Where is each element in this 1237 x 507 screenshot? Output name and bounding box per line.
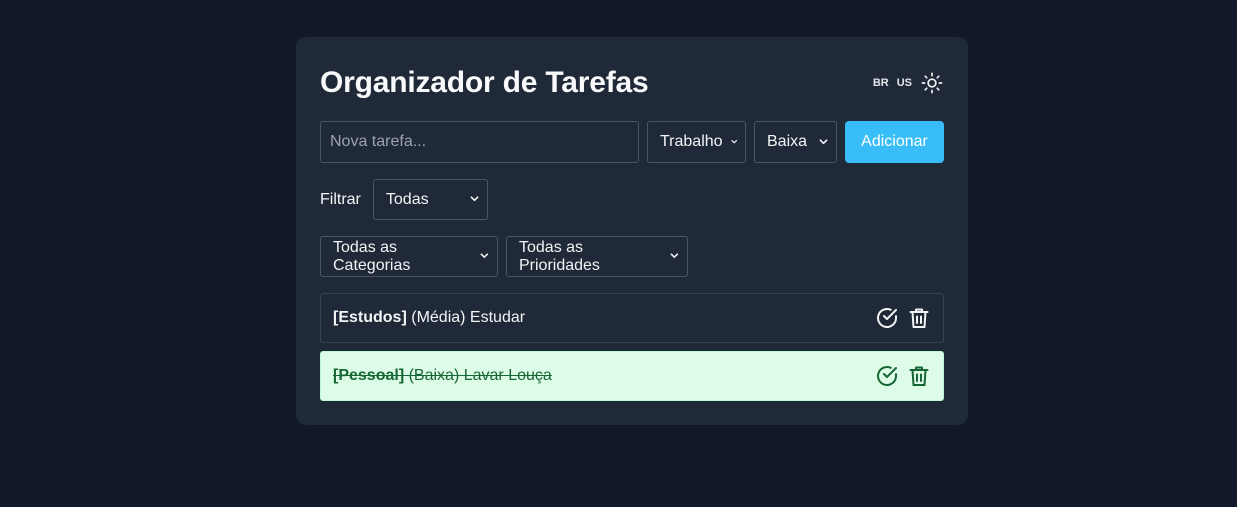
delete-task-button[interactable] — [907, 306, 931, 330]
task-text: [Pessoal] (Baixa) Lavar Louça — [333, 367, 552, 385]
task-category: [Estudos] — [333, 309, 407, 326]
task-title: Lavar Louça — [463, 367, 552, 384]
task-list: [Estudos] (Média) Estudar [Pessoal] (Bai… — [320, 293, 944, 401]
page-title: Organizador de Tarefas — [320, 66, 649, 99]
new-task-input[interactable] — [320, 121, 639, 163]
priority-filter-select[interactable]: Todas as Prioridades — [506, 236, 688, 277]
task-priority: (Baixa) — [408, 367, 460, 384]
priority-select-value: Baixa — [767, 133, 808, 150]
add-task-button[interactable]: Adicionar — [845, 121, 944, 163]
trash-icon — [909, 366, 929, 386]
lang-br-button[interactable]: BR — [873, 77, 889, 89]
status-filter-row: Filtrar Todas — [320, 179, 944, 220]
header: Organizador de Tarefas BR US — [320, 64, 944, 102]
check-circle-icon — [877, 366, 897, 386]
task-text: [Estudos] (Média) Estudar — [333, 309, 525, 327]
task-organizer-card: Organizador de Tarefas BR US Nova tarefa… — [296, 37, 968, 425]
complete-task-button[interactable] — [875, 364, 899, 388]
category-select[interactable]: Trabalho — [647, 121, 746, 163]
priority-select[interactable]: Baixa — [754, 121, 837, 163]
check-circle-icon — [877, 308, 897, 328]
theme-toggle-button[interactable] — [920, 71, 944, 95]
sun-icon — [921, 72, 943, 94]
task-title: Estudar — [469, 309, 526, 326]
priority-filter-value: Todas as Prioridades — [519, 238, 600, 274]
chevron-down-icon — [670, 253, 679, 259]
complete-task-button[interactable] — [875, 306, 899, 330]
header-actions: BR US — [873, 71, 944, 95]
chevron-down-icon — [730, 139, 737, 143]
chevron-down-icon — [819, 138, 828, 144]
filter-label: Filtrar — [320, 190, 361, 208]
trash-icon — [909, 308, 929, 328]
delete-task-button[interactable] — [907, 364, 931, 388]
category-filter-select[interactable]: Todas as Categorias — [320, 236, 498, 277]
category-select-value: Trabalho — [660, 133, 723, 150]
lang-us-button[interactable]: US — [897, 77, 912, 89]
task-item-completed: [Pessoal] (Baixa) Lavar Louça — [320, 351, 944, 401]
category-priority-filter-row: Todas as Categorias Todas as Prioridades — [320, 236, 944, 277]
status-filter-select[interactable]: Todas — [372, 179, 488, 220]
task-priority: (Média) — [411, 309, 466, 326]
task-actions — [875, 364, 931, 388]
chevron-down-icon — [480, 253, 489, 258]
task-category: [Pessoal] — [333, 367, 405, 384]
task-item: [Estudos] (Média) Estudar — [320, 293, 944, 343]
status-filter-value: Todas — [385, 190, 429, 208]
add-task-form: Trabalho Baixa Adicionar — [320, 121, 944, 163]
task-actions — [875, 306, 931, 330]
chevron-down-icon — [470, 196, 479, 202]
category-filter-value: Todas as Categorias — [333, 238, 411, 274]
